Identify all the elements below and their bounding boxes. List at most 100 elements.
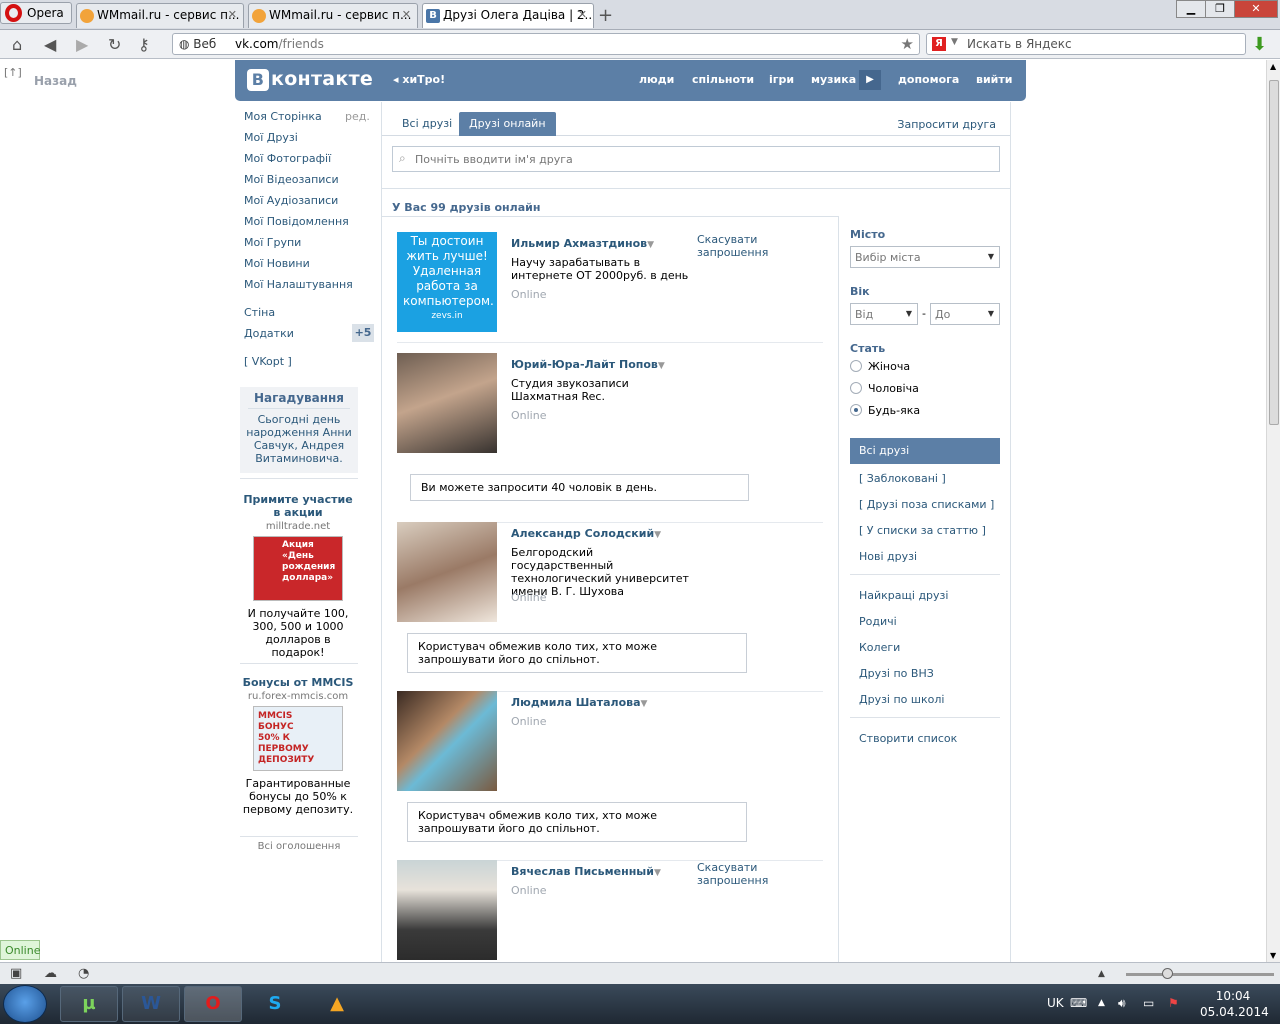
list-unsorted[interactable]: [ Друзі поза списками ] (859, 498, 994, 511)
restore-icon[interactable]: ❐ (1205, 0, 1235, 18)
close-tab-icon[interactable]: ✕ (402, 8, 411, 21)
close-tab-icon[interactable]: ✕ (228, 8, 237, 21)
forward-icon[interactable]: ▶ (76, 35, 88, 54)
yandex-search-field[interactable]: Я ▼ Искать в Яндекс (926, 33, 1246, 55)
friend-name[interactable]: Юрий-Юра-Лайт Попов▼ (511, 358, 665, 371)
age-to-select[interactable]: До ▼ (930, 303, 1000, 325)
sex-radio-male[interactable]: Чоловіча (850, 382, 919, 395)
list-school[interactable]: Друзі по школі (859, 693, 944, 706)
friend-avatar[interactable] (397, 860, 497, 960)
nav-help[interactable]: допомога (898, 73, 959, 86)
list-university[interactable]: Друзі по ВНЗ (859, 667, 934, 680)
dropdown-arrow-icon[interactable]: ▼ (641, 699, 648, 709)
aimp-taskbar-icon[interactable]: ▲ (308, 986, 366, 1022)
play-icon[interactable]: ▶ (859, 70, 881, 90)
list-relatives[interactable]: Родичі (859, 615, 897, 628)
browser-tab[interactable]: WMmail.ru - сервис п... ✕ (76, 3, 244, 28)
friend-avatar[interactable] (397, 691, 497, 791)
close-window-icon[interactable]: ✕ (1234, 0, 1278, 18)
friend-search-input[interactable]: ⌕ Почніть вводити ім'я друга (392, 146, 1000, 172)
friend-avatar[interactable] (397, 353, 497, 453)
home-icon[interactable]: ⌂ (12, 35, 22, 54)
browser-tab-active[interactable]: B Друзі Олега Даціва | 2... ✕ (422, 3, 594, 28)
list-all-friends[interactable]: Всі друзі (850, 438, 1000, 464)
nav-people[interactable]: люди (639, 73, 674, 86)
network-icon[interactable]: ▭ (1143, 996, 1154, 1010)
friend-name[interactable]: Александр Солодский▼ (511, 527, 661, 540)
vk-logo[interactable]: Вконтакте (247, 68, 373, 91)
menu-my-news[interactable]: Мої Новини (244, 257, 384, 278)
list-blocked[interactable]: [ Заблоковані ] (859, 472, 946, 485)
address-bar[interactable]: ◍ Веб vk.com/friends ★ (172, 33, 920, 55)
friend-avatar[interactable]: Ты достоин жить лучше! Удаленная работа … (397, 232, 497, 332)
keyboard-icon[interactable]: ⌨ (1070, 996, 1087, 1010)
menu-my-videos[interactable]: Мої Відеозаписи (244, 173, 384, 194)
zoom-slider-knob[interactable] (1162, 968, 1173, 979)
age-from-select[interactable]: Від ▼ (850, 303, 918, 325)
skype-taskbar-icon[interactable]: S (246, 986, 304, 1022)
menu-my-messages[interactable]: Мої Повідомлення (244, 215, 384, 236)
scroll-up-icon[interactable]: ▲ (1270, 62, 1276, 71)
menu-my-settings[interactable]: Мої Налаштування (244, 278, 384, 299)
opera-menu-button[interactable]: Opera (0, 2, 72, 24)
cancel-invite-link[interactable]: Скасувати запрошення (697, 861, 823, 887)
invite-friend-link[interactable]: Запросити друга (897, 118, 996, 131)
close-tab-icon[interactable]: ✕ (578, 8, 587, 21)
flag-icon[interactable]: ⚑ (1168, 996, 1179, 1010)
zoom-up-icon[interactable]: ▲ (1098, 969, 1105, 979)
tab-friends-online[interactable]: Друзі онлайн (459, 112, 556, 136)
reload-icon[interactable]: ↻ (108, 35, 121, 54)
list-new-friends[interactable]: Нові друзі (859, 550, 917, 563)
menu-my-groups[interactable]: Мої Групи (244, 236, 384, 257)
opera-taskbar-icon[interactable]: O (184, 986, 242, 1022)
ad-block[interactable]: Бонусы от MMCIS ru.forex-mmcis.com MMCIS… (238, 676, 358, 816)
bookmark-star-icon[interactable]: ★ (901, 35, 914, 53)
address-url[interactable]: vk.com/friends (235, 37, 324, 51)
word-taskbar-icon[interactable]: W (122, 986, 180, 1022)
nav-music[interactable]: музика (811, 73, 856, 86)
menu-my-photos[interactable]: Мої Фотографії (244, 152, 384, 173)
nav-communities[interactable]: спільноти (692, 73, 754, 86)
menu-vkopt[interactable]: [ VKopt ] (244, 355, 384, 376)
menu-my-friends[interactable]: Мої Друзі (244, 131, 384, 152)
minimize-icon[interactable]: ▁ (1176, 0, 1206, 18)
scroll-down-icon[interactable]: ▼ (1270, 951, 1276, 960)
tab-all-friends[interactable]: Всі друзі (392, 112, 462, 136)
list-by-gender[interactable]: [ У списки за статтю ] (859, 524, 986, 537)
zoom-slider[interactable] (1126, 968, 1274, 979)
all-ads-link[interactable]: Всі оголошення (240, 841, 358, 852)
ad-image-mmcis[interactable]: MMCIS БОНУС 50% К ПЕРВОМУ ДЕПОЗИТУ (253, 706, 343, 771)
dropdown-arrow-icon[interactable]: ▼ (647, 240, 654, 250)
back-link[interactable]: [↑] Назад (4, 66, 77, 88)
back-icon[interactable]: ◀ (44, 35, 56, 54)
panel-toggle-icon[interactable]: ▣ (10, 966, 22, 981)
system-clock[interactable]: 10:04 05.04.2014 (1200, 988, 1269, 1020)
language-indicator[interactable]: UK (1047, 996, 1064, 1010)
sex-radio-female[interactable]: Жіноча (850, 360, 910, 373)
create-list-link[interactable]: Створити список (859, 732, 957, 745)
tray-expand-icon[interactable]: ▲ (1098, 998, 1105, 1008)
scrollbar-thumb[interactable] (1269, 80, 1279, 425)
dropdown-arrow-icon[interactable]: ▼ (658, 361, 665, 371)
friend-avatar[interactable] (397, 522, 497, 622)
browser-tab[interactable]: WMmail.ru - сервис п... ✕ (248, 3, 418, 28)
friend-name[interactable]: Ильмир Ахмазтдинов▼ (511, 237, 654, 250)
cloud-icon[interactable]: ☁ (44, 966, 57, 981)
dropdown-arrow-icon[interactable]: ▼ (654, 868, 661, 878)
edit-link[interactable]: ред. (345, 110, 370, 131)
volume-icon[interactable]: 🔊︎ (1118, 996, 1126, 1011)
dropdown-arrow-icon[interactable]: ▼ (654, 530, 661, 540)
ad-block[interactable]: Примите участие в акции milltrade.net Ак… (238, 493, 358, 659)
list-best-friends[interactable]: Найкращі друзі (859, 589, 948, 602)
cancel-invite-link[interactable]: Скасувати запрошення (697, 233, 823, 259)
utorrent-taskbar-icon[interactable]: µ (60, 986, 118, 1022)
chevron-down-icon[interactable]: ▼ (951, 37, 958, 47)
friend-name[interactable]: Вячеслав Письменный▼ (511, 865, 661, 878)
speed-dial-icon[interactable]: ◔ (78, 966, 89, 981)
key-icon[interactable]: ⚷ (138, 35, 150, 54)
new-tab-icon[interactable]: + (598, 5, 613, 26)
city-select[interactable]: Вибір міста ▼ (850, 246, 1000, 268)
download-icon[interactable]: ⬇ (1252, 34, 1267, 55)
sex-radio-any[interactable]: Будь-яка (850, 404, 920, 417)
nav-logout[interactable]: вийти (976, 73, 1012, 86)
